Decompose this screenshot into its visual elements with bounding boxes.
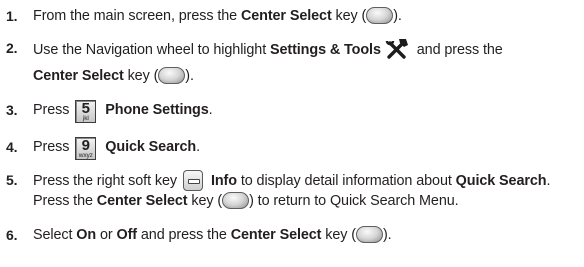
settings-tools-icon xyxy=(385,38,409,66)
step-number: 6. xyxy=(6,227,18,243)
step-text: key ( xyxy=(331,8,367,24)
step-text: ). xyxy=(393,8,402,24)
step-text: key ( xyxy=(187,193,223,209)
step-number: 3. xyxy=(6,102,18,118)
step-bold-text: Phone Settings xyxy=(105,102,209,118)
step-bold-text: Center Select xyxy=(33,68,124,84)
step-text: Use the Navigation wheel to highlight xyxy=(33,42,270,58)
key-letters: jkl xyxy=(82,115,89,122)
keypad-key-5-icon: 5 jkl xyxy=(75,100,97,123)
step-6: 6. Select On or Off and press the Center… xyxy=(6,225,581,245)
step-4: 4. Press 9 wxyz Quick Search. xyxy=(6,137,581,160)
step-2: 2. Use the Navigation wheel to highlight… xyxy=(6,38,581,86)
step-text: From the main screen, press the xyxy=(33,8,241,24)
step-text: or xyxy=(96,227,117,243)
key-digit: 9 xyxy=(81,137,90,154)
key-letters: wxyz xyxy=(78,152,93,159)
step-number: 4. xyxy=(6,139,18,155)
right-soft-key-icon xyxy=(182,170,203,191)
center-select-key-icon xyxy=(158,67,186,84)
step-text: and press the xyxy=(412,42,503,58)
step-text: to display detail information about xyxy=(236,173,456,189)
step-bold-text: Center Select xyxy=(230,227,322,243)
step-text: ). xyxy=(382,227,392,243)
step-text: Press xyxy=(33,102,70,118)
step-text: ) to return to Quick Search Menu. xyxy=(249,193,459,209)
step-1: 1. From the main screen, press the Cente… xyxy=(6,6,581,26)
step-text: ). xyxy=(185,68,194,84)
step-text: and press the xyxy=(136,227,231,243)
step-number: 5. xyxy=(6,172,18,188)
step-text: Select xyxy=(33,227,77,243)
instruction-steps: 1. From the main screen, press the Cente… xyxy=(6,6,581,245)
step-text: . xyxy=(196,139,200,155)
step-bold-text: Info xyxy=(210,173,237,189)
step-text: . xyxy=(208,102,213,118)
step-text: Press the right soft key xyxy=(33,173,177,189)
step-3: 3. Press 5 jkl Phone Settings. xyxy=(6,100,581,123)
step-bold-text: Settings & Tools xyxy=(270,42,381,58)
step-bold-text: Quick Search xyxy=(105,139,197,155)
key-digit: 5 xyxy=(81,100,90,117)
step-number: 2. xyxy=(6,40,18,56)
step-text: key ( xyxy=(123,68,159,84)
step-number: 1. xyxy=(6,8,18,24)
step-bold-text: On xyxy=(76,227,97,243)
step-bold-text: Center Select xyxy=(240,8,332,24)
step-bold-text: Quick Search xyxy=(455,173,547,189)
step-5: 5. Press the right soft key Info to displ… xyxy=(6,170,581,211)
keypad-key-9-icon: 9 wxyz xyxy=(75,137,97,160)
step-bold-text: Off xyxy=(116,227,138,243)
center-select-key-icon xyxy=(366,7,394,24)
center-select-key-icon xyxy=(355,226,383,243)
step-text: key ( xyxy=(321,227,356,243)
step-bold-text: Center Select xyxy=(96,193,188,209)
center-select-key-icon xyxy=(222,192,250,209)
step-text: Press xyxy=(33,139,70,155)
